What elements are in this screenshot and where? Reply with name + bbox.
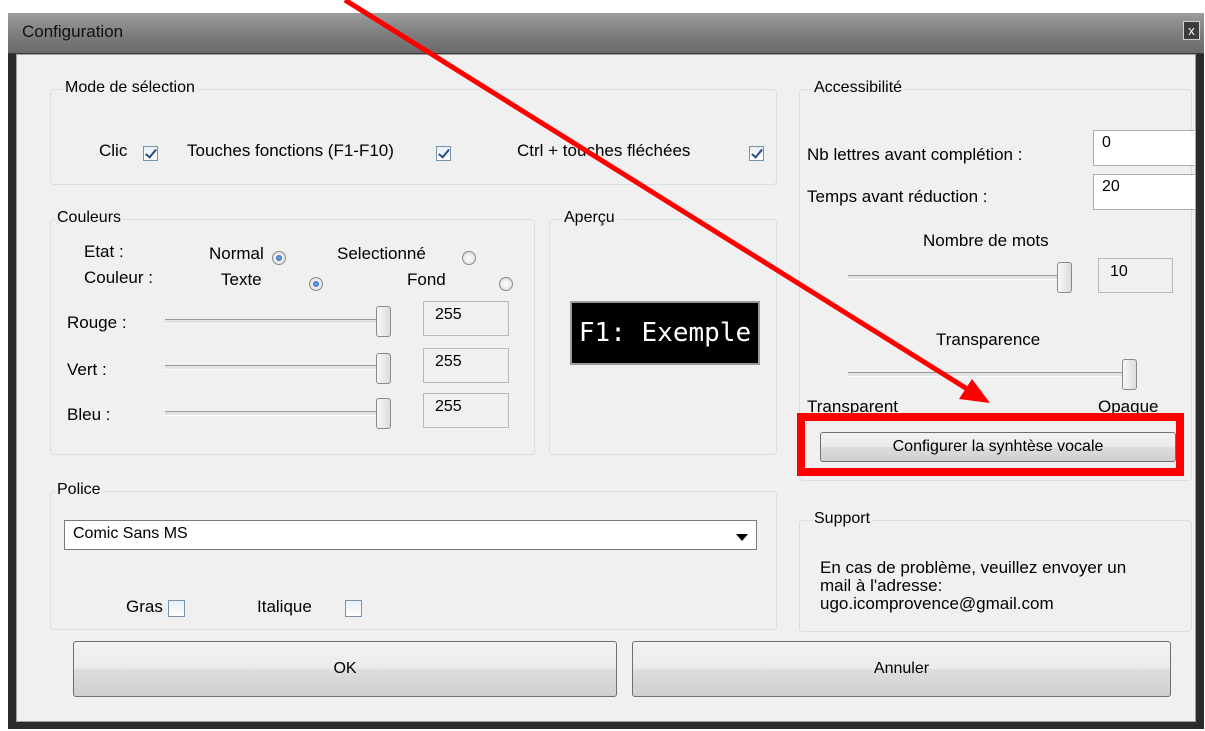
accessibility-group: Accessibilité Nb lettres avant complétio… [799,79,1196,481]
transparency-label: Transparence [936,330,1041,349]
green-label: Vert : [67,360,107,379]
red-value: 255 [423,301,509,336]
font-family-select[interactable]: Comic Sans MS [64,520,757,550]
selected-radio[interactable] [461,250,476,265]
transparency-slider-thumb[interactable] [1122,359,1137,390]
blue-label: Bleu : [67,405,111,424]
word-count-slider[interactable] [848,275,1070,280]
word-count-slider-thumb[interactable] [1057,262,1072,293]
green-slider[interactable] [165,365,390,370]
configuration-window: Configuration x Mode de sélection Clic T… [8,13,1204,729]
transparent-label: Transparent [807,397,899,416]
title-bar[interactable]: Configuration x [8,13,1204,54]
function-keys-checkbox[interactable] [435,146,451,162]
window-title: Configuration [22,22,124,41]
font-family-selected-value: Comic Sans MS [73,525,188,542]
blue-slider-thumb[interactable] [376,398,391,429]
configure-tts-button[interactable]: Configurer la synhtèse vocale [820,432,1176,462]
red-slider-thumb[interactable] [376,306,391,337]
italic-checkbox-label: Italique [257,597,312,616]
time-before-reduction-label: Temps avant réduction : [807,187,988,206]
text-radio[interactable] [309,276,324,291]
background-radio[interactable] [499,276,514,291]
text-radio-label: Texte [221,270,262,289]
font-label: Police [55,481,103,499]
font-group: Police Comic Sans MS Gras Italique [50,481,777,630]
bold-checkbox[interactable] [168,600,185,618]
click-checkbox-label: Clic [99,141,128,160]
word-count-label: Nombre de mots [923,231,1049,250]
red-label: Rouge : [67,313,127,332]
function-keys-checkbox-label: Touches fonctions (F1-F10) [187,141,394,160]
normal-radio[interactable] [272,250,286,265]
transparency-slider[interactable] [848,372,1136,377]
color-label: Couleur : [84,268,153,287]
chevron-down-icon [736,534,748,541]
selection-mode-label: Mode de sélection [63,79,197,97]
preview-group: Aperçu F1: Exemple [549,209,777,455]
colors-group: Couleurs Etat : Normal Selectionné Coule… [50,209,535,455]
selected-radio-label: Selectionné [337,244,426,263]
click-checkbox[interactable] [143,146,158,162]
support-email[interactable]: ugo.icomprovence@gmail.com [820,594,1054,614]
normal-radio-label: Normal [209,244,264,263]
cancel-button[interactable]: Annuler [632,641,1171,697]
ctrl-arrows-checkbox[interactable] [749,146,765,162]
state-label: Etat : [84,242,124,261]
green-value: 255 [423,348,509,383]
letters-before-completion-input[interactable]: 0 [1093,130,1196,166]
red-slider[interactable] [165,319,390,324]
blue-slider[interactable] [165,411,390,416]
word-count-value: 10 [1098,258,1173,293]
support-text-line2: mail à l'adresse: [820,576,943,595]
close-button[interactable]: x [1183,21,1200,40]
accessibility-label: Accessibilité [812,79,905,97]
time-before-reduction-input[interactable]: 20 [1093,174,1196,210]
support-text-line1: En cas de problème, veuillez envoyer un [820,558,1127,577]
preview-label: Aperçu [562,209,617,227]
opaque-label: Opaque [1098,397,1159,416]
bold-checkbox-label: Gras [126,597,163,616]
selection-mode-group: Mode de sélection Clic Touches fonctions… [50,79,777,185]
preview-sample: F1: Exemple [570,301,760,365]
support-label: Support [812,510,873,528]
ctrl-arrows-checkbox-label: Ctrl + touches fléchées [517,141,691,160]
dialog-client-area: Mode de sélection Clic Touches fonctions… [16,54,1196,722]
green-slider-thumb[interactable] [376,353,391,384]
italic-checkbox[interactable] [344,600,362,618]
background-radio-label: Fond [407,270,446,289]
support-group: Support En cas de problème, veuillez env… [799,510,1192,632]
ok-button[interactable]: OK [73,641,617,697]
colors-label: Couleurs [55,209,124,227]
letters-before-completion-label: Nb lettres avant complétion : [807,145,1023,164]
blue-value: 255 [423,393,509,428]
